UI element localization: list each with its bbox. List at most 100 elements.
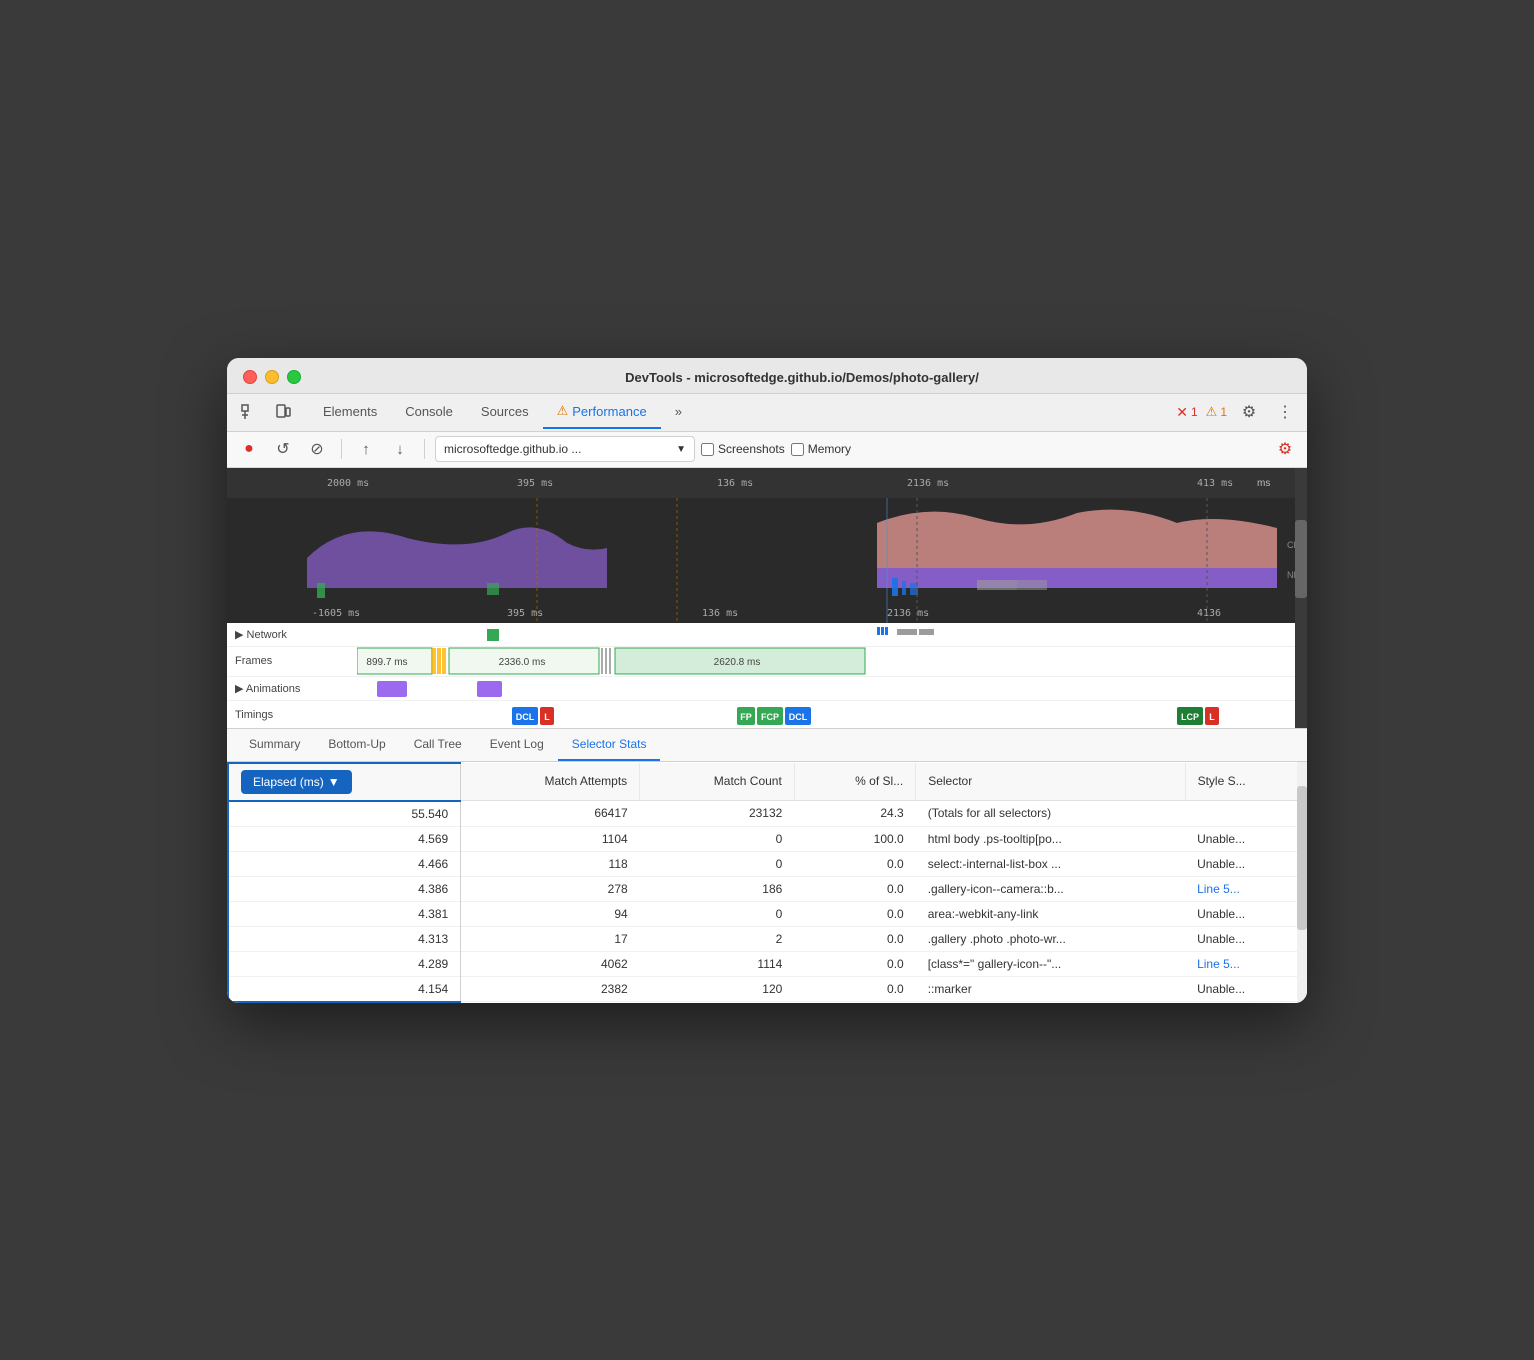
timings-track-svg: DCL L FP FCP DCL: [357, 701, 1307, 728]
url-selector[interactable]: microsoftedge.github.io ... ▼: [435, 436, 695, 462]
style-cell: Unable...: [1185, 851, 1306, 876]
track-timings-label: Timings: [227, 709, 357, 721]
selector-cell: html body .ps-tooltip[po...: [916, 826, 1185, 851]
tab-event-log[interactable]: Event Log: [476, 729, 558, 761]
download-button[interactable]: ↓: [386, 435, 414, 463]
timeline-area: 2000 ms 395 ms 136 ms 2136 ms 413 ms ms …: [227, 468, 1307, 729]
match-attempts-cell: 66417: [461, 801, 640, 827]
pct-cell: 0.0: [794, 851, 915, 876]
match-count-cell: 120: [640, 976, 795, 1002]
tab-more[interactable]: »: [661, 396, 696, 429]
minimize-button[interactable]: [265, 370, 279, 384]
table-row: 4.386 278 186 0.0 .gallery-icon--camera:…: [228, 876, 1307, 901]
tab-bottom-up[interactable]: Bottom-Up: [314, 729, 399, 761]
elapsed-sort-button[interactable]: Elapsed (ms) ▼: [241, 770, 352, 794]
pct-cell: 0.0: [794, 976, 915, 1002]
pct-cell: 24.3: [794, 801, 915, 827]
selector-cell: (Totals for all selectors): [916, 801, 1185, 827]
tab-call-tree[interactable]: Call Tree: [400, 729, 476, 761]
track-network[interactable]: ▶ Network: [227, 623, 1307, 647]
tab-elements[interactable]: Elements: [309, 396, 391, 429]
table-row: 4.313 17 2 0.0 .gallery .photo .photo-wr…: [228, 926, 1307, 951]
clear-button[interactable]: ⊘: [303, 435, 331, 463]
match-count-cell: 0: [640, 826, 795, 851]
table-row: 4.289 4062 1114 0.0 [class*=" gallery-ic…: [228, 951, 1307, 976]
elapsed-cell: 4.381: [228, 901, 461, 926]
svg-text:DCL: DCL: [789, 712, 808, 722]
track-frames[interactable]: Frames: [227, 647, 1307, 677]
match-attempts-cell: 118: [461, 851, 640, 876]
selector-cell: area:-webkit-any-link: [916, 901, 1185, 926]
svg-text:2000 ms: 2000 ms: [327, 478, 369, 489]
timeline-scrollbar[interactable]: [1295, 468, 1307, 728]
style-cell: [1185, 801, 1306, 827]
upload-button[interactable]: ↑: [352, 435, 380, 463]
selector-cell: .gallery .photo .photo-wr...: [916, 926, 1185, 951]
performance-settings-button[interactable]: ⚙: [1271, 435, 1299, 463]
svg-text:4136: 4136: [1197, 608, 1221, 619]
frames-track-svg: 899.7 ms 2336.0 ms 2620.8 ms: [357, 647, 1307, 676]
device-toolbar-button[interactable]: [269, 398, 297, 426]
style-link[interactable]: Line 5...: [1197, 882, 1240, 896]
match-count-cell: 0: [640, 851, 795, 876]
table-row: 4.381 94 0 0.0 area:-webkit-any-link Una…: [228, 901, 1307, 926]
pct-cell: 0.0: [794, 901, 915, 926]
selector-cell: [class*=" gallery-icon--"...: [916, 951, 1185, 976]
table-header-row: Elapsed (ms) ▼ Match Attempts Match Coun…: [228, 763, 1307, 801]
track-timings[interactable]: Timings DCL L FP: [227, 701, 1307, 728]
memory-checkbox[interactable]: [791, 443, 804, 456]
timeline-chart[interactable]: 2000 ms 395 ms 136 ms 2136 ms 413 ms ms …: [227, 468, 1307, 728]
tab-console[interactable]: Console: [391, 396, 467, 429]
tab-summary[interactable]: Summary: [235, 729, 314, 761]
animations-track-svg: [357, 677, 1307, 700]
url-display: microsoftedge.github.io ...: [444, 442, 672, 456]
screenshots-checkbox[interactable]: [701, 443, 714, 456]
timeline-scrollbar-thumb: [1295, 520, 1307, 598]
style-cell: Line 5...: [1185, 951, 1306, 976]
elapsed-cell: 55.540: [228, 801, 461, 827]
refresh-record-button[interactable]: ↺: [269, 435, 297, 463]
pct-cell: 0.0: [794, 876, 915, 901]
selector-cell: ::marker: [916, 976, 1185, 1002]
track-animations[interactable]: ▶ Animations: [227, 677, 1307, 701]
toolbar-separator-1: [341, 439, 342, 459]
table-scrollbar[interactable]: [1297, 762, 1307, 1003]
match-attempts-cell: 17: [461, 926, 640, 951]
inspect-element-button[interactable]: [235, 398, 263, 426]
track-frames-content: 899.7 ms 2336.0 ms 2620.8 ms: [357, 647, 1307, 676]
error-icon: ✕: [1176, 404, 1188, 421]
maximize-button[interactable]: [287, 370, 301, 384]
settings-button[interactable]: ⚙: [1235, 398, 1263, 426]
svg-text:L: L: [544, 712, 550, 722]
selector-stats-table: Elapsed (ms) ▼ Match Attempts Match Coun…: [227, 762, 1307, 1003]
record-button[interactable]: ●: [235, 435, 263, 463]
track-animations-label: ▶ Animations: [227, 682, 357, 695]
match-count-cell: 1114: [640, 951, 795, 976]
elapsed-cell: 4.313: [228, 926, 461, 951]
elapsed-cell: 4.466: [228, 851, 461, 876]
sort-down-icon: ▼: [328, 775, 340, 789]
table-row: 55.540 66417 23132 24.3 (Totals for all …: [228, 801, 1307, 827]
performance-warning-icon: ⚠: [557, 403, 569, 419]
warn-icon: ⚠: [1206, 404, 1218, 420]
style-cell: Unable...: [1185, 976, 1306, 1002]
match-attempts-cell: 4062: [461, 951, 640, 976]
network-track-svg: [357, 623, 1307, 646]
style-link[interactable]: Line 5...: [1197, 957, 1240, 971]
screenshots-toggle[interactable]: Screenshots: [701, 442, 785, 456]
traffic-lights: [243, 370, 301, 384]
tab-bar-right: ✕ 1 ⚠ 1 ⚙ ⋮: [1176, 398, 1299, 426]
elapsed-cell: 4.154: [228, 976, 461, 1002]
tab-sources[interactable]: Sources: [467, 396, 543, 429]
selector-cell: .gallery-icon--camera::b...: [916, 876, 1185, 901]
tab-selector-stats[interactable]: Selector Stats: [558, 729, 661, 761]
tab-performance[interactable]: ⚠ Performance: [543, 395, 661, 429]
memory-toggle[interactable]: Memory: [791, 442, 851, 456]
svg-text:395 ms: 395 ms: [517, 478, 553, 489]
table-row: 4.154 2382 120 0.0 ::marker Unable...: [228, 976, 1307, 1002]
svg-text:2136 ms: 2136 ms: [887, 608, 929, 619]
more-options-button[interactable]: ⋮: [1271, 398, 1299, 426]
devtools-window: DevTools - microsoftedge.github.io/Demos…: [227, 358, 1307, 1003]
timeline-tracks: ▶ Network Frames: [227, 623, 1307, 728]
close-button[interactable]: [243, 370, 257, 384]
